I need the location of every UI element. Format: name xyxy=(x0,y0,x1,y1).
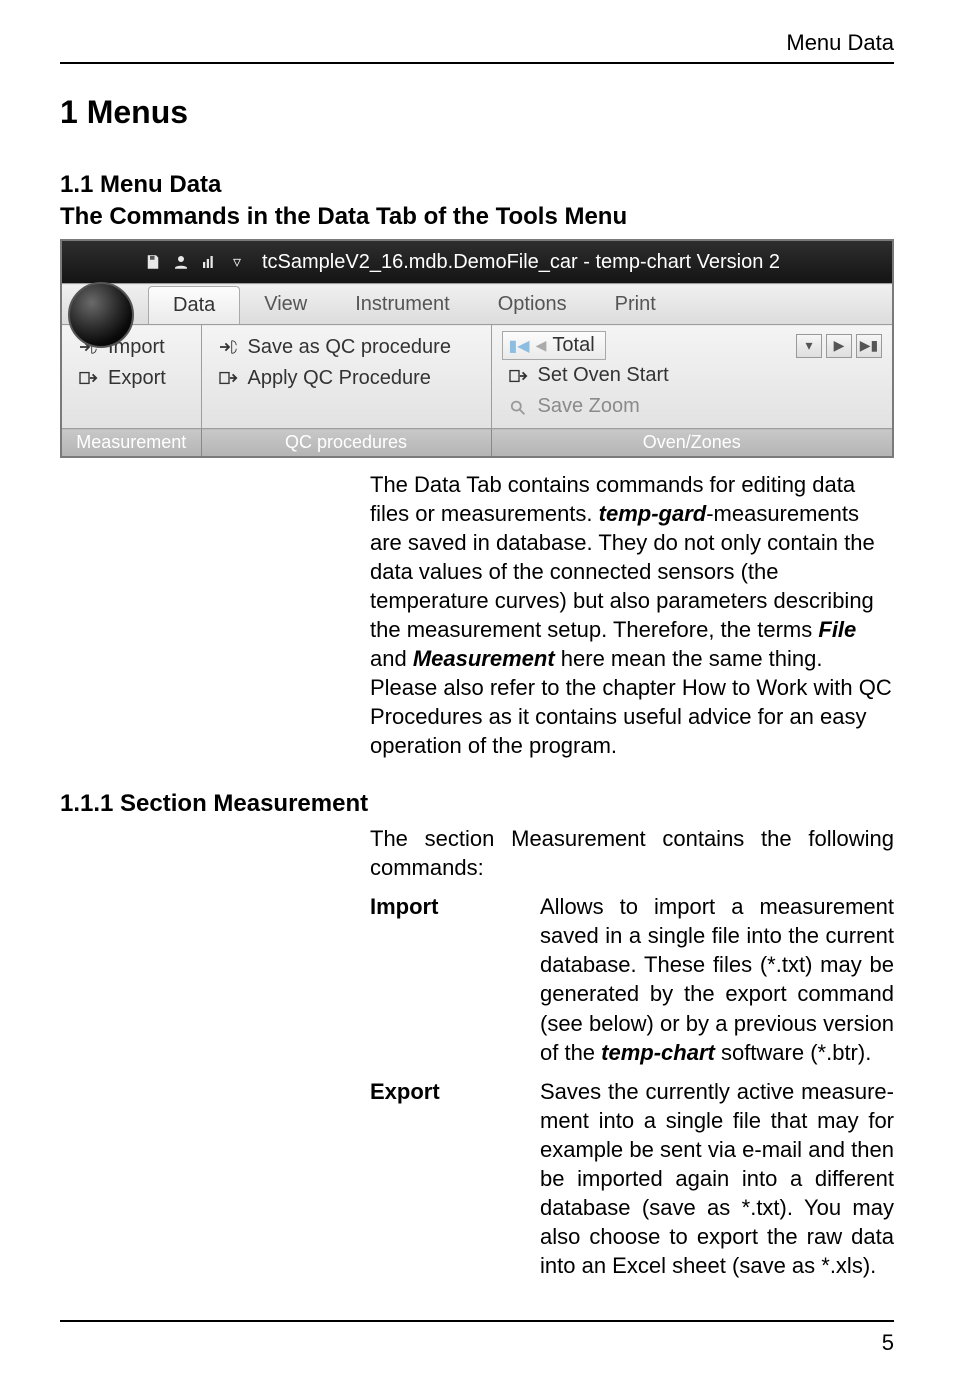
save-qc-label: Save as QC procedure xyxy=(248,336,451,359)
section-measurement-intro: The section Measurement contains the fol… xyxy=(370,824,894,882)
tab-view[interactable]: View xyxy=(240,284,331,324)
tab-instrument[interactable]: Instrument xyxy=(331,284,473,324)
next-icon[interactable]: ▶ xyxy=(826,334,852,358)
save-qc-icon xyxy=(218,338,240,356)
subtitle: The Commands in the Data Tab of the Tool… xyxy=(60,203,894,231)
page-number: 5 xyxy=(60,1330,894,1356)
dropdown-icon[interactable]: ▾ xyxy=(796,334,822,358)
group-label-measurement: Measurement xyxy=(61,429,201,458)
footer-rule xyxy=(60,1320,894,1322)
total-row: ▮◀ ◀ Total ▾ ▶ ▶▮ xyxy=(502,331,883,360)
command-export: Export Saves the currently active measur… xyxy=(370,1077,894,1280)
bars-icon[interactable] xyxy=(198,251,220,273)
tab-options[interactable]: Options xyxy=(474,284,591,324)
save-zoom-button: Save Zoom xyxy=(502,391,883,422)
total-label: Total xyxy=(552,334,594,357)
set-oven-button[interactable]: Set Oven Start xyxy=(502,360,883,391)
group-label-oven: Oven/Zones xyxy=(491,429,893,458)
apply-qc-button[interactable]: Apply QC Procedure xyxy=(212,363,481,394)
qat-chevron-icon[interactable]: ▿ xyxy=(226,251,248,273)
prev-icon[interactable]: ◀ xyxy=(536,337,547,354)
user-icon[interactable] xyxy=(170,251,192,273)
last-icon[interactable]: ▶▮ xyxy=(856,334,882,358)
group-label-qc: QC procedures xyxy=(201,429,491,458)
data-tab-description: The Data Tab contains commands for editi… xyxy=(370,470,894,760)
tab-data[interactable]: Data xyxy=(148,286,240,324)
save-zoom-icon xyxy=(508,398,530,416)
app-orb-button[interactable] xyxy=(68,282,134,348)
tab-print[interactable]: Print xyxy=(591,284,680,324)
set-oven-label: Set Oven Start xyxy=(538,364,669,387)
ribbon: ▿ tcSampleV2_16.mdb.DemoFile_car - temp-… xyxy=(60,239,894,458)
header-rule xyxy=(60,62,894,64)
quick-access-toolbar: ▿ xyxy=(62,251,248,273)
command-import: Import Allows to import a measurement sa… xyxy=(370,892,894,1066)
export-icon xyxy=(78,369,100,387)
command-desc: Allows to import a measurement saved in … xyxy=(540,892,894,1066)
command-label: Export xyxy=(370,1077,540,1280)
export-label: Export xyxy=(108,367,166,390)
total-selector[interactable]: ▮◀ ◀ Total xyxy=(502,331,606,360)
command-desc: Saves the currently active measure­ment … xyxy=(540,1077,894,1280)
save-icon[interactable] xyxy=(142,251,164,273)
apply-qc-icon xyxy=(218,369,240,387)
heading-1: 1 Menus xyxy=(60,94,894,131)
command-label: Import xyxy=(370,892,540,1066)
window-title: tcSampleV2_16.mdb.DemoFile_car - temp-ch… xyxy=(262,251,780,274)
first-icon[interactable]: ▮◀ xyxy=(509,336,530,356)
ribbon-screenshot: ▿ tcSampleV2_16.mdb.DemoFile_car - temp-… xyxy=(60,239,894,458)
heading-1-1: 1.1 Menu Data xyxy=(60,171,894,199)
save-qc-button[interactable]: Save as QC procedure xyxy=(212,332,481,363)
running-head: Menu Data xyxy=(60,30,894,56)
export-button[interactable]: Export xyxy=(72,363,191,394)
set-oven-icon xyxy=(508,367,530,385)
save-zoom-label: Save Zoom xyxy=(538,395,640,418)
apply-qc-label: Apply QC Procedure xyxy=(248,367,431,390)
heading-1-1-1: 1.1.1 Section Measurement xyxy=(60,790,894,818)
